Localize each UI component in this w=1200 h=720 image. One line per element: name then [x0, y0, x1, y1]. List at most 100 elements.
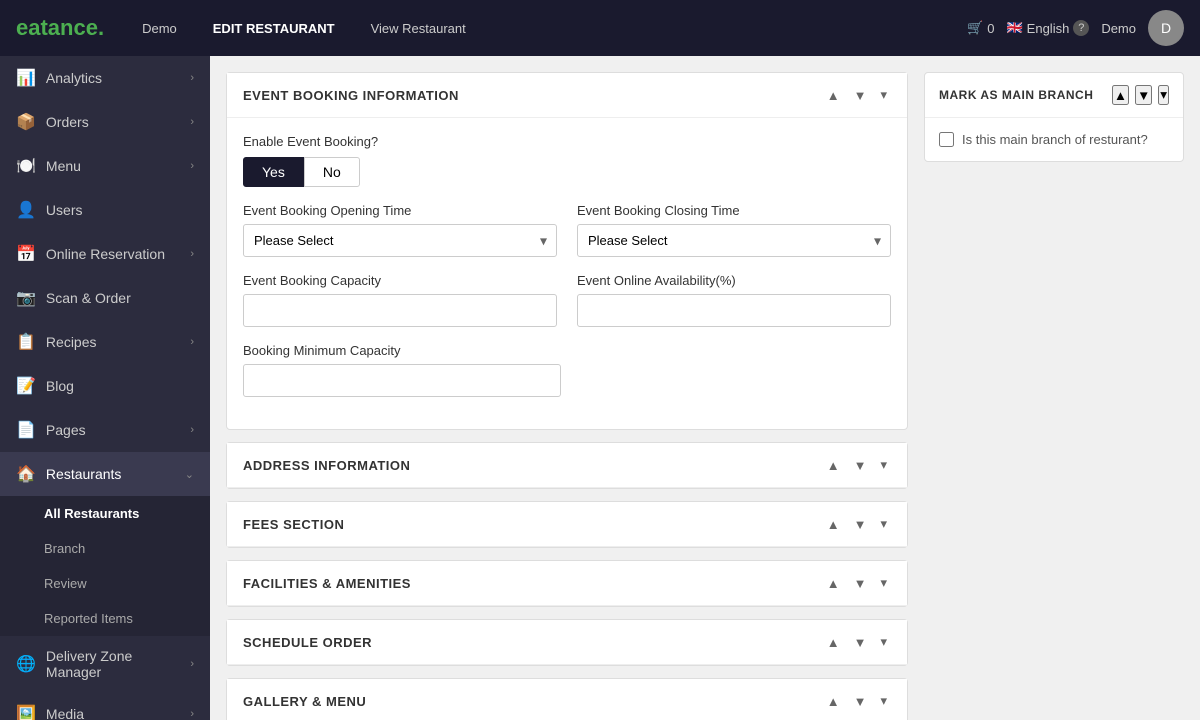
sidebar-item-scan-order[interactable]: 📷Scan & Order — [0, 276, 210, 320]
opening-time-select[interactable]: Please Select — [243, 224, 557, 257]
closing-time-group: Event Booking Closing Time Please Select — [577, 203, 891, 257]
sidebar-item-users[interactable]: 👤Users — [0, 188, 210, 232]
min-capacity-input[interactable] — [243, 364, 561, 397]
cart-count: 0 — [987, 21, 994, 36]
submenu-branch[interactable]: Branch — [0, 531, 210, 566]
closing-time-label: Event Booking Closing Time — [577, 203, 891, 218]
sidebar-item-restaurants[interactable]: 🏠Restaurants ⌄ — [0, 452, 210, 496]
sidebar-item-blog[interactable]: 📝 Blog — [0, 364, 210, 408]
gallery-down-btn[interactable]: ▼ — [850, 692, 871, 711]
chevron-icon: ⌄ — [185, 468, 194, 481]
sidebar-item-analytics[interactable]: 📊Analytics › — [0, 56, 210, 100]
event-booking-header[interactable]: EVENT BOOKING INFORMATION ▲ ▼ ▾ — [227, 73, 907, 118]
chevron-icon: › — [190, 72, 194, 84]
facilities-section: FACILITIES & AMENITIES ▲ ▼ ▾ — [226, 560, 908, 607]
main-branch-checkbox[interactable] — [939, 132, 954, 147]
gallery-header[interactable]: GALLERY & MENU ▲ ▼ ▾ — [227, 679, 907, 720]
yes-btn[interactable]: Yes — [243, 157, 304, 187]
collapse-up-btn[interactable]: ▲ — [823, 86, 844, 105]
sidebar-item-pages[interactable]: 📄Pages › — [0, 408, 210, 452]
fees-section: FEES SECTION ▲ ▼ ▾ — [226, 501, 908, 548]
sidebar-label-media: Media — [46, 706, 84, 720]
chevron-icon: › — [190, 160, 194, 172]
users-icon: 👤 — [16, 200, 36, 220]
recipes-icon: 📋 — [16, 332, 36, 352]
sidebar-label-analytics: Analytics — [46, 70, 102, 86]
menu-icon: 🍽️ — [16, 156, 36, 176]
gallery-controls: ▲ ▼ ▾ — [823, 691, 891, 711]
facilities-delete-btn[interactable]: ▾ — [876, 573, 891, 593]
blog-icon: 📝 — [16, 376, 36, 396]
logo[interactable]: eatance. — [16, 15, 104, 41]
right-delete-btn[interactable]: ▾ — [1158, 85, 1169, 105]
right-down-btn[interactable]: ▼ — [1135, 85, 1152, 105]
address-up-btn[interactable]: ▲ — [823, 456, 844, 475]
restaurants-icon: 🏠 — [16, 464, 36, 484]
facilities-down-btn[interactable]: ▼ — [850, 574, 871, 593]
sidebar-item-online-reservation[interactable]: 📅Online Reservation › — [0, 232, 210, 276]
language-selector[interactable]: 🇬🇧 English ? — [1006, 20, 1089, 36]
address-header[interactable]: ADDRESS INFORMATION ▲ ▼ ▾ — [227, 443, 907, 488]
right-panel: MARK AS MAIN BRANCH ▲ ▼ ▾ Is this main b… — [924, 72, 1184, 704]
collapse-down-btn[interactable]: ▼ — [850, 86, 871, 105]
address-down-btn[interactable]: ▼ — [850, 456, 871, 475]
reservation-icon: 📅 — [16, 244, 36, 264]
time-row: Event Booking Opening Time Please Select… — [243, 203, 891, 257]
lang-label: English — [1027, 21, 1070, 36]
sidebar-item-menu[interactable]: 🍽️Menu › — [0, 144, 210, 188]
min-capacity-group: Booking Minimum Capacity — [243, 343, 561, 397]
nav-view-restaurant[interactable]: View Restaurant — [363, 17, 474, 40]
center-panel: EVENT BOOKING INFORMATION ▲ ▼ ▾ Enable E… — [226, 72, 908, 704]
facilities-up-btn[interactable]: ▲ — [823, 574, 844, 593]
nav-links: Demo EDIT RESTAURANT View Restaurant — [134, 17, 967, 40]
gallery-delete-btn[interactable]: ▾ — [876, 691, 891, 711]
submenu-reported-items[interactable]: Reported Items — [0, 601, 210, 636]
schedule-header[interactable]: SCHEDULE ORDER ▲ ▼ ▾ — [227, 620, 907, 665]
closing-time-select[interactable]: Please Select — [577, 224, 891, 257]
opening-time-group: Event Booking Opening Time Please Select — [243, 203, 557, 257]
mark-main-branch-body: Is this main branch of resturant? — [925, 118, 1183, 161]
sidebar-item-media[interactable]: 🖼️Media › — [0, 692, 210, 720]
fees-header[interactable]: FEES SECTION ▲ ▼ ▾ — [227, 502, 907, 547]
sidebar-item-orders[interactable]: 📦Orders › — [0, 100, 210, 144]
sidebar-label-delivery: Delivery Zone Manager — [46, 648, 190, 680]
address-delete-btn[interactable]: ▾ — [876, 455, 891, 475]
submenu-all-restaurants[interactable]: All Restaurants — [0, 496, 210, 531]
nav-edit-restaurant[interactable]: EDIT RESTAURANT — [205, 17, 343, 40]
sidebar-item-delivery-zone[interactable]: 🌐Delivery Zone Manager › — [0, 636, 210, 692]
nav-demo[interactable]: Demo — [134, 17, 185, 40]
delete-btn[interactable]: ▾ — [876, 85, 891, 105]
capacity-input[interactable] — [243, 294, 557, 327]
fees-delete-btn[interactable]: ▾ — [876, 514, 891, 534]
opening-time-label: Event Booking Opening Time — [243, 203, 557, 218]
sidebar-label-orders: Orders — [46, 114, 89, 130]
main-branch-checkbox-row: Is this main branch of resturant? — [939, 132, 1169, 147]
schedule-controls: ▲ ▼ ▾ — [823, 632, 891, 652]
enable-booking-group: Enable Event Booking? Yes No — [243, 134, 891, 187]
fees-up-btn[interactable]: ▲ — [823, 515, 844, 534]
facilities-header[interactable]: FACILITIES & AMENITIES ▲ ▼ ▾ — [227, 561, 907, 606]
gallery-title: GALLERY & MENU — [243, 694, 366, 709]
submenu-review[interactable]: Review — [0, 566, 210, 601]
schedule-down-btn[interactable]: ▼ — [850, 633, 871, 652]
no-btn[interactable]: No — [304, 157, 360, 187]
flag-icon: 🇬🇧 — [1006, 20, 1022, 36]
event-booking-title: EVENT BOOKING INFORMATION — [243, 88, 459, 103]
gallery-section: GALLERY & MENU ▲ ▼ ▾ — [226, 678, 908, 720]
cart-badge[interactable]: 🛒 0 — [967, 20, 994, 36]
availability-label: Event Online Availability(%) — [577, 273, 891, 288]
fees-down-btn[interactable]: ▼ — [850, 515, 871, 534]
yes-no-toggle: Yes No — [243, 157, 891, 187]
user-avatar[interactable]: D — [1148, 10, 1184, 46]
sidebar-label-blog: Blog — [46, 378, 74, 394]
schedule-up-btn[interactable]: ▲ — [823, 633, 844, 652]
sidebar-label-recipes: Recipes — [46, 334, 97, 350]
gallery-up-btn[interactable]: ▲ — [823, 692, 844, 711]
sidebar-label-scan: Scan & Order — [46, 290, 131, 306]
section-controls: ▲ ▼ ▾ — [823, 85, 891, 105]
schedule-delete-btn[interactable]: ▾ — [876, 632, 891, 652]
availability-input[interactable] — [577, 294, 891, 327]
right-up-btn[interactable]: ▲ — [1112, 85, 1129, 105]
sidebar-item-recipes[interactable]: 📋Recipes › — [0, 320, 210, 364]
availability-group: Event Online Availability(%) — [577, 273, 891, 327]
